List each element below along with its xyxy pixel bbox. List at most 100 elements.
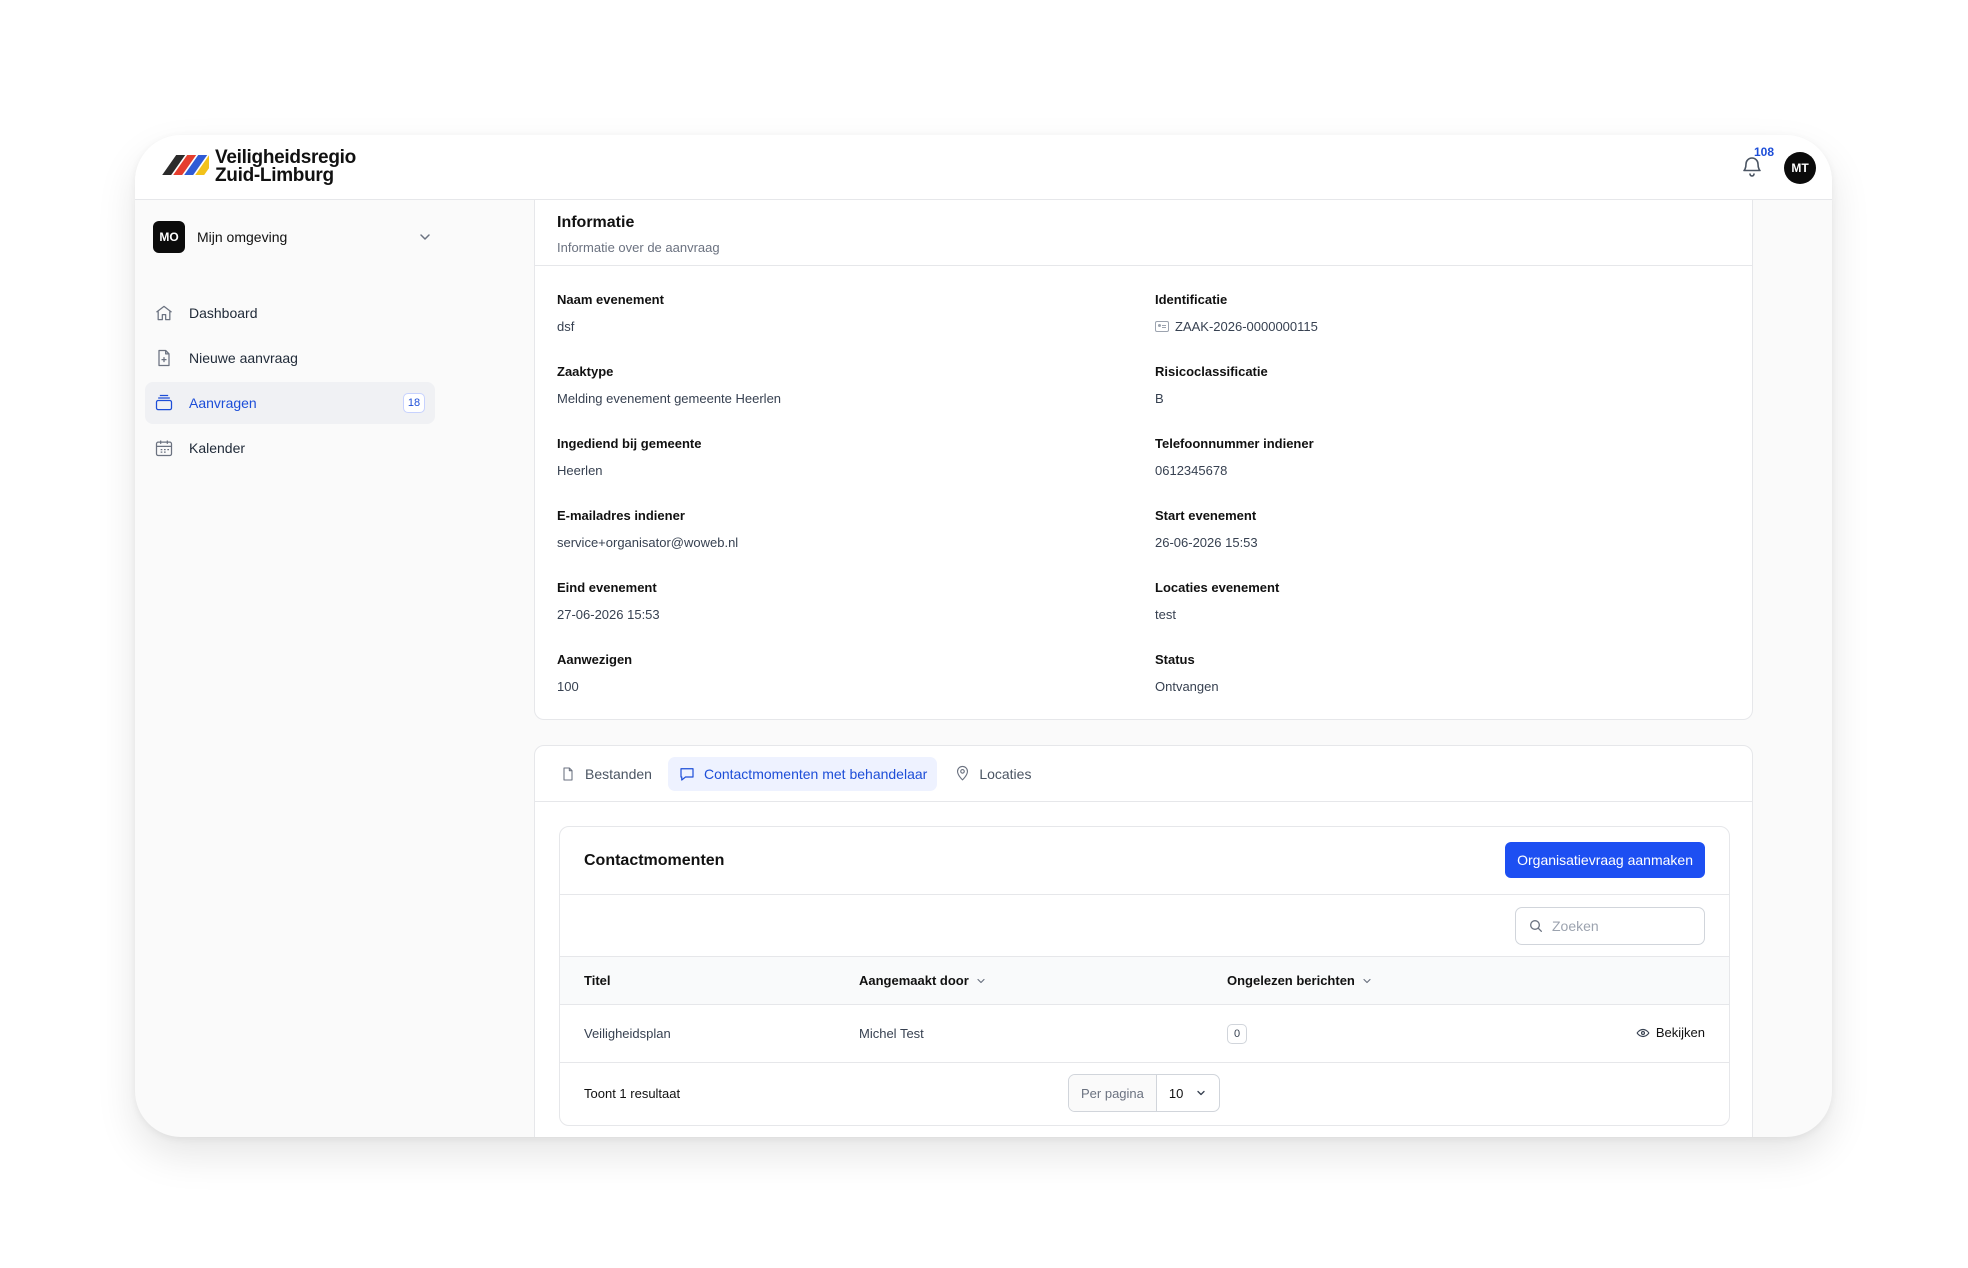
view-button[interactable]: Bekijken [1636, 1025, 1705, 1040]
field-event-name: Naam evenement dsf [557, 292, 1117, 334]
field-value: B [1155, 391, 1715, 406]
top-bar: Veiligheidsregio Zuid-Limburg 108 MT [135, 135, 1832, 200]
search-icon [1530, 920, 1542, 932]
tab-label: Locaties [979, 765, 1032, 782]
unread-count-badge: 0 [1227, 1024, 1247, 1044]
field-label: Start evenement [1155, 508, 1257, 523]
chevron-down-icon [1197, 1090, 1206, 1096]
row-title: Veiligheidsplan [584, 1026, 671, 1041]
field-label: Ingediend bij gemeente [557, 436, 702, 451]
result-count: Toont 1 resultaat [584, 1086, 681, 1101]
field-municipality: Ingediend bij gemeente Heerlen [557, 436, 1117, 478]
tab-files[interactable]: Bestanden [549, 757, 662, 791]
sidebar-item-requests[interactable]: Aanvragen 18 [145, 382, 435, 424]
inbox-stack-icon [153, 392, 175, 414]
field-value-text: ZAAK-2026-0000000115 [1175, 319, 1318, 334]
sidebar-nav: Dashboard Nieuwe aanvraag Aanvragen 18 K… [145, 292, 435, 472]
sidebar-item-new-request[interactable]: Nieuwe aanvraag [145, 337, 435, 379]
field-value: ZAAK-2026-0000000115 [1155, 319, 1715, 334]
brand-logo[interactable]: Veiligheidsregio Zuid-Limburg [157, 148, 356, 186]
chevron-down-icon [1363, 978, 1371, 983]
field-label: Eind evenement [557, 580, 657, 595]
table-row: Veiligheidsplan Michel Test 0 Bekijken [560, 1005, 1729, 1063]
field-value-text: 100 [557, 679, 579, 694]
field-label: Zaaktype [557, 364, 614, 379]
contact-moments-panel: Contactmomenten Organisatievraag aanmake… [559, 826, 1730, 1126]
tab-locations[interactable]: Locaties [943, 757, 1041, 791]
requests-count-badge: 18 [403, 393, 425, 413]
contact-moments-title: Contactmomenten [584, 852, 725, 869]
field-risk-classification: Risicoclassificatie B [1155, 364, 1715, 406]
field-value: dsf [557, 319, 1117, 334]
sidebar-item-calendar[interactable]: Kalender [145, 427, 435, 469]
field-value: 26-06-2026 15:53 [1155, 535, 1715, 550]
search-box[interactable] [1515, 907, 1705, 945]
chevron-down-icon [420, 234, 430, 240]
field-event-end: Eind evenement 27-06-2026 15:53 [557, 580, 1117, 622]
create-organisation-question-button[interactable]: Organisatievraag aanmaken [1505, 842, 1705, 878]
user-avatar[interactable]: MT [1784, 152, 1816, 184]
tab-label: Contactmomenten met behandelaar [703, 765, 928, 782]
field-value-text: 27-06-2026 15:53 [557, 607, 660, 622]
field-case-type: Zaaktype Melding evenement gemeente Heer… [557, 364, 1117, 406]
column-header-title: Titel [584, 973, 611, 988]
sidebar-item-dashboard[interactable]: Dashboard [145, 292, 435, 334]
search-input[interactable] [1552, 918, 1692, 934]
per-page-select[interactable]: 10 [1157, 1086, 1219, 1101]
table-header: Titel Aangemaakt door Ongelezen berichte… [560, 957, 1729, 1005]
app-window: Veiligheidsregio Zuid-Limburg 108 MT MO … [135, 135, 1832, 1137]
eye-icon [1636, 1028, 1650, 1037]
field-status: Status Ontvangen [1155, 652, 1715, 694]
field-value-text: dsf [557, 319, 575, 334]
table-footer: Toont 1 resultaat Per pagina 10 [560, 1063, 1729, 1125]
tab-contact-moments[interactable]: Contactmomenten met behandelaar [667, 756, 938, 791]
per-page-value: 10 [1168, 1085, 1184, 1101]
field-value-text: Melding evenement gemeente Heerlen [557, 391, 782, 406]
column-header-created-by[interactable]: Aangemaakt door [859, 973, 987, 988]
field-label: E-mailadres indiener [557, 508, 685, 523]
field-label: Identificatie [1155, 292, 1228, 307]
row-created-by: Michel Test [859, 1026, 924, 1041]
field-value-text: Heerlen [557, 463, 603, 478]
sidebar-item-label: Dashboard [189, 305, 258, 321]
field-value-text: Ontvangen [1155, 679, 1219, 694]
column-header-unread[interactable]: Ongelezen berichten [1227, 973, 1373, 988]
brand-line-2: Zuid-Limburg [215, 165, 334, 186]
field-value-text: service+organisator@woweb.nl [557, 535, 739, 550]
field-attendees: Aanwezigen 100 [557, 652, 1117, 694]
environment-selector[interactable]: MO Mijn omgeving [153, 220, 433, 254]
sidebar: MO Mijn omgeving Dashboard Nieuwe aanvra… [135, 200, 435, 1137]
field-label: Naam evenement [557, 292, 664, 307]
field-label: Aanwezigen [557, 652, 633, 667]
id-card-icon [1155, 321, 1169, 332]
tab-label: Bestanden [585, 765, 652, 782]
logo-stripes-icon [162, 155, 209, 175]
chevron-down-icon [977, 978, 985, 983]
field-value: Melding evenement gemeente Heerlen [557, 391, 1117, 406]
request-tabs-card: Bestanden Contactmomenten met behandelaa… [534, 745, 1753, 1137]
file-plus-icon [153, 347, 175, 369]
field-value: 100 [557, 679, 1117, 694]
calendar-icon [153, 437, 175, 459]
info-title: Informatie [557, 214, 635, 231]
field-value-text: 0612345678 [1155, 463, 1228, 478]
field-value: service+organisator@woweb.nl [557, 535, 1117, 550]
contact-moments-header: Contactmomenten Organisatievraag aanmake… [560, 827, 1729, 895]
chat-bubble-icon [678, 765, 696, 783]
field-label: Status [1155, 652, 1195, 667]
field-event-start: Start evenement 26-06-2026 15:53 [1155, 508, 1715, 550]
field-value-text: test [1155, 607, 1176, 622]
column-header-label: Aangemaakt door [859, 973, 969, 988]
field-email: E-mailadres indiener service+organisator… [557, 508, 1117, 550]
sidebar-item-label: Nieuwe aanvraag [189, 350, 298, 366]
sidebar-item-label: Aanvragen [189, 395, 257, 411]
info-header: Informatie Informatie over de aanvraag [535, 200, 1752, 266]
environment-badge: MO [153, 221, 185, 253]
field-label: Locaties evenement [1155, 580, 1280, 595]
field-value: 27-06-2026 15:53 [557, 607, 1117, 622]
field-value-text: B [1155, 391, 1164, 406]
view-button-label: Bekijken [1655, 1025, 1705, 1040]
field-identification: Identificatie ZAAK-2026-0000000115 [1155, 292, 1715, 334]
field-value: test [1155, 607, 1715, 622]
document-icon [559, 765, 577, 783]
